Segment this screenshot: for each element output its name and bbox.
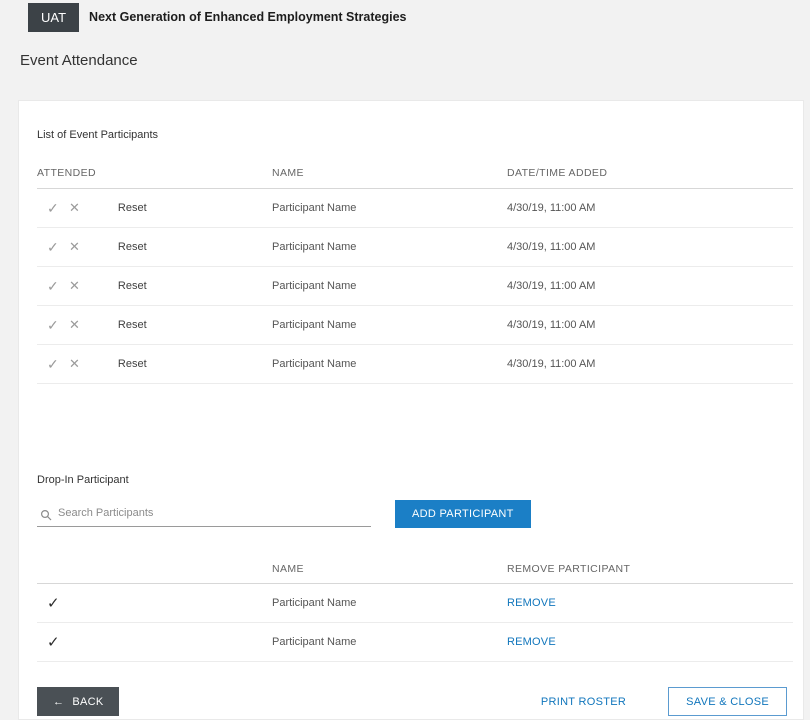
search-participants-input[interactable]	[37, 501, 371, 527]
col-header-name: NAME	[272, 167, 507, 179]
participants-section-title: List of Event Participants	[37, 129, 793, 141]
participant-name: Participant Name	[272, 280, 507, 292]
attended-check-icon[interactable]: ✓	[47, 317, 63, 334]
top-bar: UAT Next Generation of Enhanced Employme…	[0, 0, 810, 33]
remove-link[interactable]: REMOVE	[507, 636, 556, 648]
date-time-added: 4/30/19, 11:00 AM	[507, 280, 793, 292]
dropin-table-header: NAME REMOVE PARTICIPANT	[37, 554, 793, 584]
reset-link[interactable]: Reset	[118, 280, 147, 292]
participant-name: Participant Name	[272, 597, 507, 609]
col-header-date-added: DATE/TIME ADDED	[507, 167, 793, 179]
date-time-added: 4/30/19, 11:00 AM	[507, 358, 793, 370]
attended-check-icon[interactable]: ✓	[47, 356, 63, 373]
col-header-attended: ATTENDED	[37, 167, 272, 179]
table-row: ✓ Participant Name REMOVE	[37, 584, 793, 623]
table-row: ✓ ✕ Reset Participant Name 4/30/19, 11:0…	[37, 345, 793, 384]
attended-x-icon[interactable]: ✕	[69, 200, 80, 216]
print-roster-button[interactable]: PRINT ROSTER	[535, 695, 632, 709]
back-button[interactable]: ← BACK	[37, 687, 119, 716]
participant-name: Participant Name	[272, 636, 507, 648]
page-title: Event Attendance	[20, 52, 810, 69]
reset-link[interactable]: Reset	[118, 319, 147, 331]
reset-link[interactable]: Reset	[118, 202, 147, 214]
save-close-button[interactable]: SAVE & CLOSE	[668, 687, 787, 716]
attended-x-icon[interactable]: ✕	[69, 317, 80, 333]
table-row: ✓ ✕ Reset Participant Name 4/30/19, 11:0…	[37, 306, 793, 345]
date-time-added: 4/30/19, 11:00 AM	[507, 241, 793, 253]
participant-name: Participant Name	[272, 202, 507, 214]
attended-check-icon[interactable]: ✓	[47, 239, 63, 256]
reset-link[interactable]: Reset	[118, 241, 147, 253]
environment-badge: UAT	[28, 3, 79, 32]
col-header-name: NAME	[272, 563, 507, 575]
table-row: ✓ ✕ Reset Participant Name 4/30/19, 11:0…	[37, 267, 793, 306]
col-header-remove: REMOVE PARTICIPANT	[507, 563, 793, 575]
footer-actions: ← BACK PRINT ROSTER SAVE & CLOSE	[37, 687, 787, 716]
reset-link[interactable]: Reset	[118, 358, 147, 370]
table-row: ✓ ✕ Reset Participant Name 4/30/19, 11:0…	[37, 228, 793, 267]
dropin-section-title: Drop-In Participant	[37, 474, 793, 486]
attended-check-icon: ✓	[47, 633, 63, 651]
add-participant-button[interactable]: ADD PARTICIPANT	[395, 500, 531, 528]
table-row: ✓ ✕ Reset Participant Name 4/30/19, 11:0…	[37, 189, 793, 228]
attended-x-icon[interactable]: ✕	[69, 239, 80, 255]
participant-name: Participant Name	[272, 358, 507, 370]
search-field-wrap	[37, 501, 371, 527]
participant-name: Participant Name	[272, 241, 507, 253]
participants-table-header: ATTENDED NAME DATE/TIME ADDED	[37, 157, 793, 189]
search-icon	[40, 509, 52, 521]
remove-link[interactable]: REMOVE	[507, 597, 556, 609]
attended-x-icon[interactable]: ✕	[69, 356, 80, 372]
attended-x-icon[interactable]: ✕	[69, 278, 80, 294]
event-attendance-card: List of Event Participants ATTENDED NAME…	[18, 100, 804, 720]
attended-check-icon[interactable]: ✓	[47, 278, 63, 295]
app-title: Next Generation of Enhanced Employment S…	[89, 10, 406, 24]
table-row: ✓ Participant Name REMOVE	[37, 623, 793, 662]
date-time-added: 4/30/19, 11:00 AM	[507, 202, 793, 214]
back-button-label: BACK	[72, 696, 103, 708]
attended-check-icon: ✓	[47, 594, 63, 612]
participant-name: Participant Name	[272, 319, 507, 331]
back-arrow-icon: ←	[53, 696, 64, 708]
date-time-added: 4/30/19, 11:00 AM	[507, 319, 793, 331]
attended-check-icon[interactable]: ✓	[47, 200, 63, 217]
